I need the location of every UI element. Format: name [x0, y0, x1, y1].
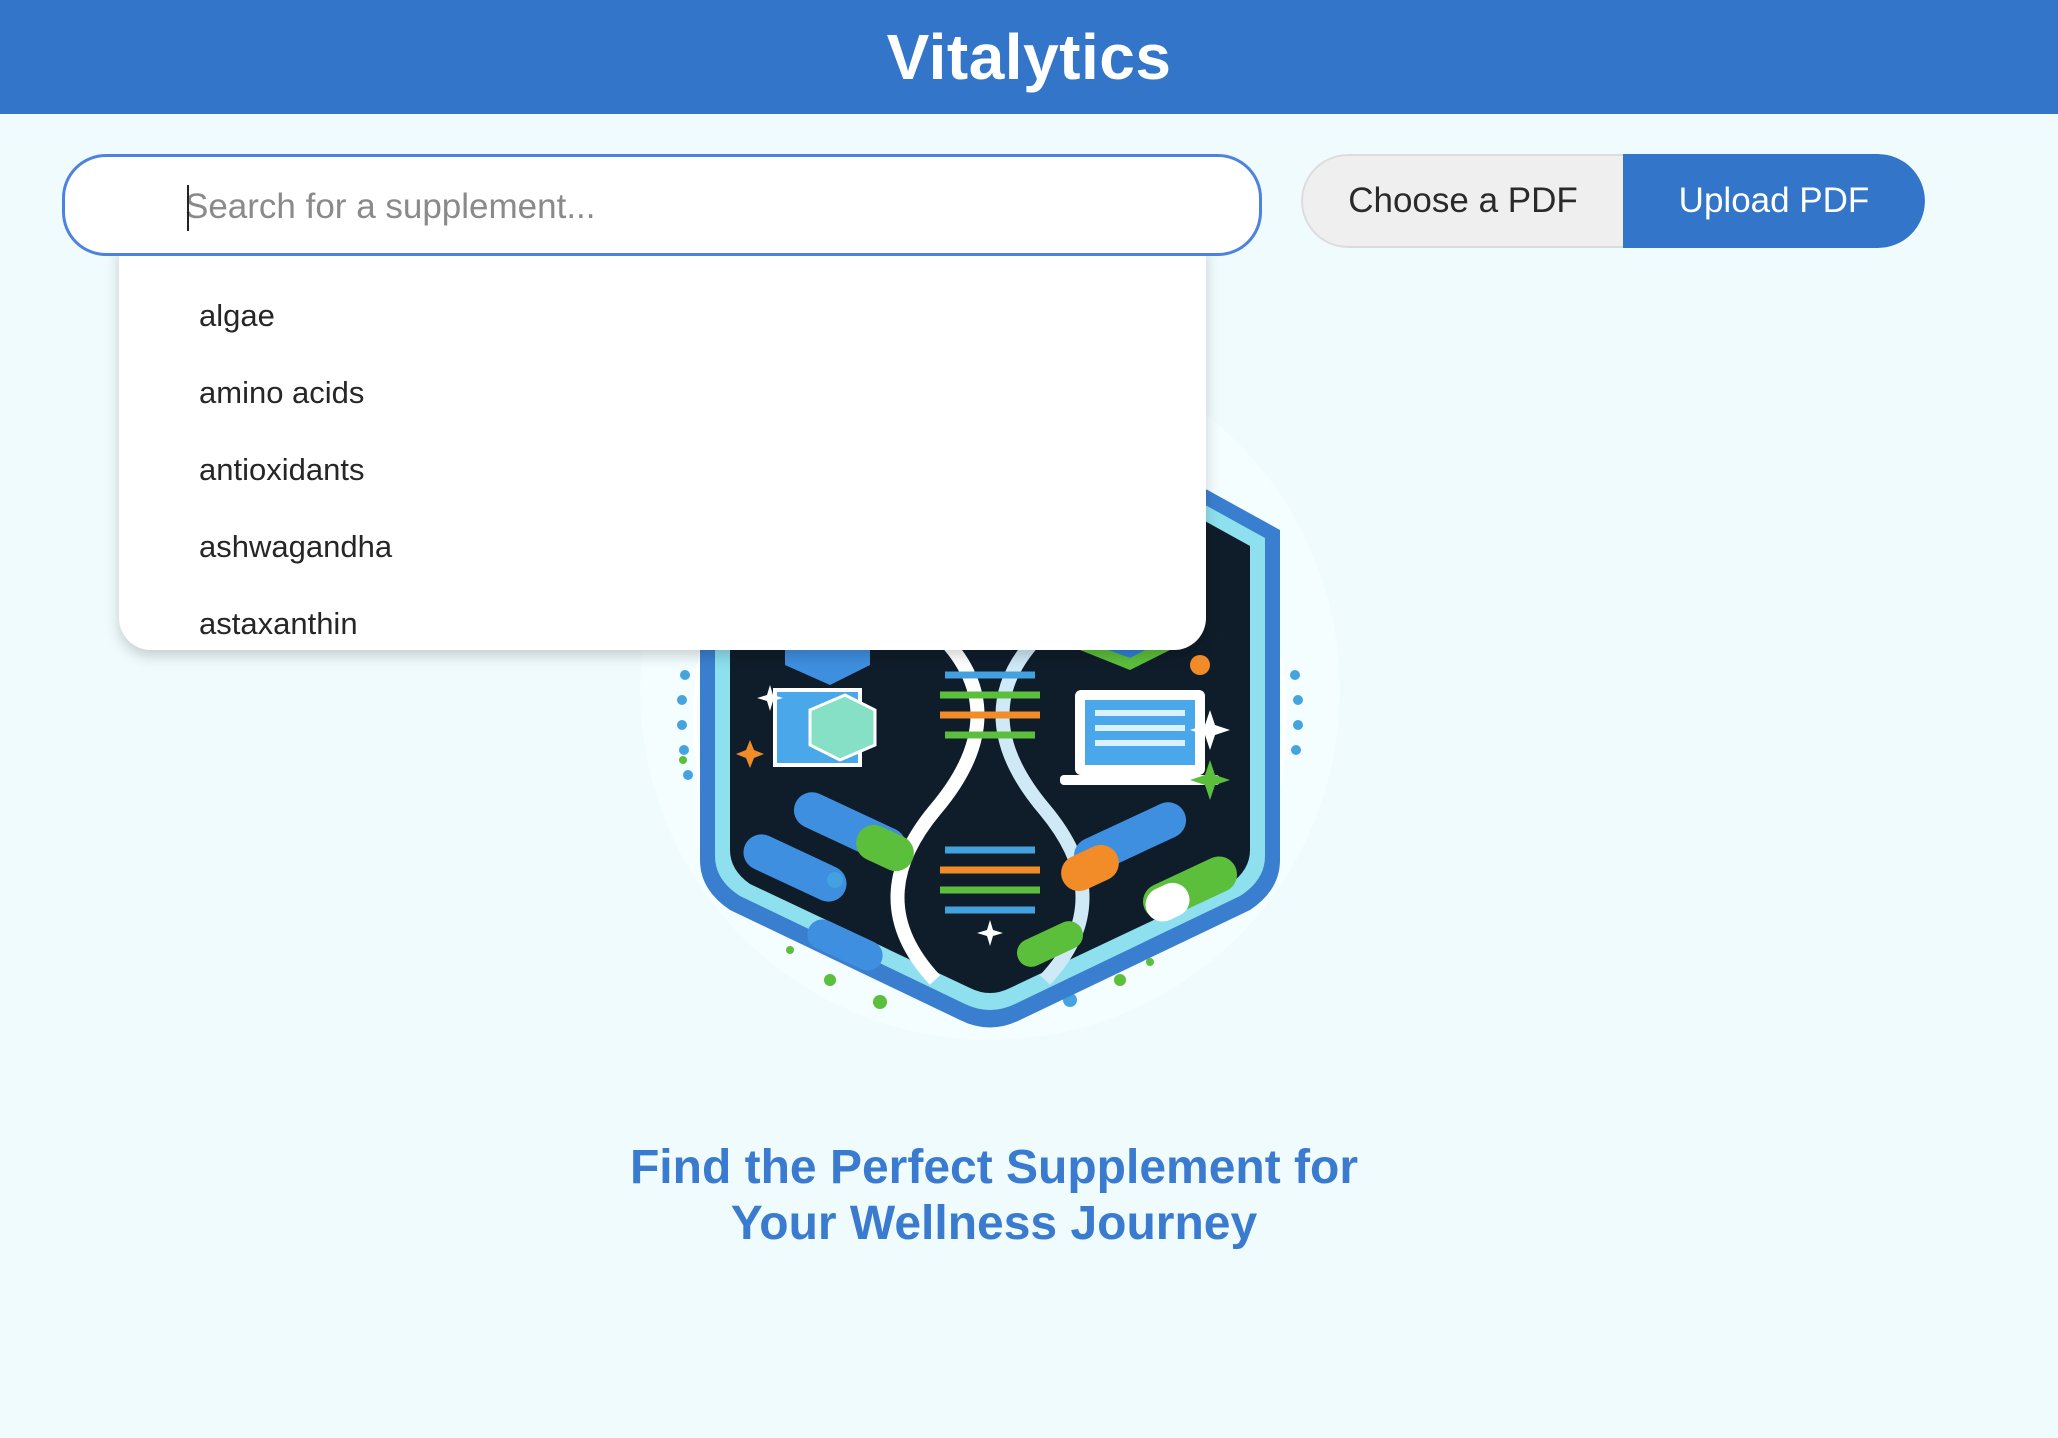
suggestion-item[interactable]: algae	[199, 298, 275, 334]
search-box[interactable]	[62, 154, 1262, 256]
suggestion-item[interactable]: ashwagandha	[199, 529, 392, 565]
text-cursor	[187, 185, 189, 231]
hero-tagline: Find the Perfect Supplement for Your Wel…	[0, 1140, 1988, 1252]
pdf-upload-group: Choose a PDF Upload PDF	[1301, 154, 1925, 248]
choose-pdf-button[interactable]: Choose a PDF	[1301, 154, 1623, 248]
tagline-line-1: Find the Perfect Supplement for	[629, 1141, 1359, 1194]
suggestion-dropdown[interactable]: algae amino acids antioxidants ashwagand…	[119, 246, 1206, 650]
suggestion-item[interactable]: amino acids	[199, 375, 364, 411]
search-input[interactable]	[185, 179, 1205, 235]
suggestion-item[interactable]: astaxanthin	[199, 606, 358, 642]
suggestion-item[interactable]: antioxidants	[199, 452, 364, 488]
upload-pdf-button[interactable]: Upload PDF	[1623, 154, 1925, 248]
app-title: Vitalytics	[886, 21, 1172, 93]
app-header: Vitalytics	[0, 0, 2058, 114]
tagline-line-2: Your Wellness Journey	[730, 1197, 1258, 1250]
